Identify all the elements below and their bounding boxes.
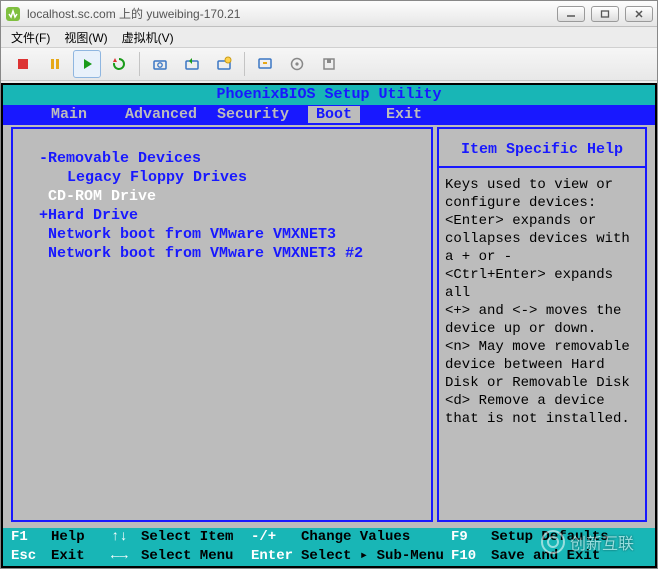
esc-label: Exit xyxy=(51,547,111,566)
pm-label: Change Values xyxy=(301,528,451,547)
f1-key: F1 xyxy=(11,528,51,547)
window-title: localhost.sc.com 上的 yuweibing-170.21 xyxy=(27,5,557,22)
suspend-button[interactable] xyxy=(41,50,69,78)
bios-tab-main[interactable]: Main xyxy=(23,105,115,125)
help-divider xyxy=(439,166,645,168)
connect-cd-button[interactable] xyxy=(283,50,311,78)
boot-network-1[interactable]: Network boot from VMware VMXNET3 xyxy=(39,225,425,244)
toolbar-separator xyxy=(244,52,245,76)
toolbar xyxy=(1,47,657,81)
pm-key: -/+ xyxy=(251,528,301,547)
boot-hard-drive[interactable]: +Hard Drive xyxy=(39,206,425,225)
f10-label: Save and Exit xyxy=(491,547,600,566)
snapshot-button[interactable] xyxy=(146,50,174,78)
vmware-console-window: localhost.sc.com 上的 yuweibing-170.21 文件(… xyxy=(0,0,658,569)
boot-order-list: -Removable Devices Legacy Floppy Drives … xyxy=(19,135,425,263)
bios-body: -Removable Devices Legacy Floppy Drives … xyxy=(3,125,655,528)
poweron-button[interactable] xyxy=(73,50,101,78)
help-title: Item Specific Help xyxy=(445,135,639,166)
close-button[interactable] xyxy=(625,6,653,22)
bios-tab-bar: Main Advanced Security Boot Exit xyxy=(3,105,655,125)
lr-key: ←→ xyxy=(111,547,141,566)
menu-bar: 文件(F) 视图(W) 虚拟机(V) xyxy=(1,27,657,47)
vmware-icon xyxy=(5,6,21,22)
bios-help-pane: Item Specific Help Keys used to view or … xyxy=(437,127,647,522)
minimize-button[interactable] xyxy=(557,6,585,22)
menu-view[interactable]: 视图(W) xyxy=(64,29,107,46)
bios-boot-pane: -Removable Devices Legacy Floppy Drives … xyxy=(11,127,433,522)
f9-label: Setup Defaults xyxy=(491,528,609,547)
connect-floppy-button[interactable] xyxy=(315,50,343,78)
esc-key: Esc xyxy=(11,547,51,566)
bios-title: PhoenixBIOS Setup Utility xyxy=(3,85,655,105)
menu-file[interactable]: 文件(F) xyxy=(11,29,50,46)
snapshot-manage-button[interactable] xyxy=(210,50,238,78)
arrows-label: Select Item xyxy=(141,528,251,547)
enter-label: Select ▸ Sub-Menu xyxy=(301,547,451,566)
boot-network-2[interactable]: Network boot from VMware VMXNET3 #2 xyxy=(39,244,425,263)
reset-button[interactable] xyxy=(105,50,133,78)
toolbar-separator xyxy=(139,52,140,76)
boot-removable-devices[interactable]: -Removable Devices xyxy=(39,149,425,168)
arrows-key: ↑↓ xyxy=(111,528,141,547)
fullscreen-button[interactable] xyxy=(251,50,279,78)
f1-label: Help xyxy=(51,528,111,547)
enter-key: Enter xyxy=(251,547,301,566)
bios-tab-advanced[interactable]: Advanced xyxy=(115,105,207,125)
bios-footer: F1 Help ↑↓ Select Item -/+ Change Values… xyxy=(3,528,655,566)
maximize-button[interactable] xyxy=(591,6,619,22)
f9-key: F9 xyxy=(451,528,491,547)
lr-label: Select Menu xyxy=(141,547,251,566)
bios-tab-security[interactable]: Security xyxy=(207,105,299,125)
window-controls xyxy=(557,6,653,22)
vm-screen[interactable]: PhoenixBIOS Setup Utility Main Advanced … xyxy=(1,83,657,568)
bios-screen: PhoenixBIOS Setup Utility Main Advanced … xyxy=(3,85,655,566)
boot-cdrom[interactable]: CD-ROM Drive xyxy=(39,187,425,206)
boot-legacy-floppy[interactable]: Legacy Floppy Drives xyxy=(39,168,425,187)
f10-key: F10 xyxy=(451,547,491,566)
menu-vm[interactable]: 虚拟机(V) xyxy=(122,29,174,46)
snapshot-revert-button[interactable] xyxy=(178,50,206,78)
bios-tab-exit[interactable]: Exit xyxy=(369,105,439,125)
help-body: Keys used to view or configure devices: … xyxy=(445,176,639,428)
poweroff-button[interactable] xyxy=(9,50,37,78)
bios-tab-boot[interactable]: Boot xyxy=(299,105,369,125)
title-bar: localhost.sc.com 上的 yuweibing-170.21 xyxy=(1,1,657,27)
